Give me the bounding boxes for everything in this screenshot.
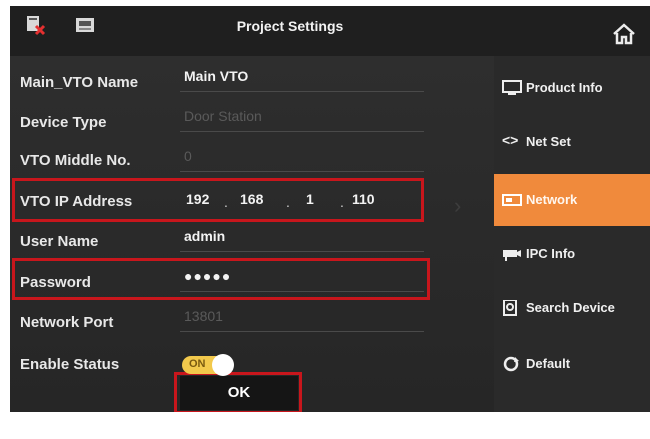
enable-status-toggle[interactable]: ON	[182, 354, 234, 376]
sidebar-item-label: Default	[526, 356, 571, 371]
network-disconnected-icon	[27, 16, 46, 36]
page-title: Project Settings	[236, 18, 344, 34]
page-background	[0, 412, 650, 439]
monitor-icon	[502, 80, 522, 95]
sidebar-item-label: Net Set	[526, 134, 571, 149]
sidebar-item-default[interactable]: Default	[494, 338, 650, 390]
sidebar-item-label: IPC Info	[526, 246, 576, 261]
camera-icon	[503, 250, 521, 261]
device-screen: Project Settings Main_VTO Name Device Ty…	[10, 6, 650, 412]
reset-icon	[503, 356, 519, 372]
toggle-on-label: ON	[189, 358, 206, 370]
title-bar: Project Settings	[10, 6, 650, 56]
chevron-right-icon: ›	[454, 193, 462, 218]
sidebar-item-net-set[interactable]: <> Net Set	[494, 116, 650, 168]
sidebar-item-search-device[interactable]: Search Device	[494, 282, 650, 334]
vto-middle-no-input[interactable]: 0	[180, 142, 424, 172]
sidebar-item-network[interactable]: Network	[494, 174, 650, 226]
network-port-input[interactable]: 13801	[180, 302, 424, 332]
ok-button[interactable]: OK	[180, 376, 298, 410]
enable-status-label: Enable Status	[20, 356, 120, 373]
sidebar-item-label: Network	[526, 192, 578, 207]
network-card-icon	[502, 194, 522, 206]
vto-name-label: Main_VTO Name	[20, 74, 139, 91]
device-type-input: Door Station	[180, 102, 424, 132]
sd-card-icon	[76, 18, 94, 32]
password-highlight-box	[12, 258, 430, 300]
vto-middle-no-label: VTO Middle No.	[20, 152, 131, 169]
device-type-label: Device Type	[20, 114, 107, 131]
user-name-input[interactable]: admin	[180, 222, 424, 252]
sidebar-item-ipc-info[interactable]: IPC Info	[494, 228, 650, 280]
code-brackets-icon: <>	[502, 132, 519, 148]
network-port-label: Network Port	[20, 314, 114, 331]
home-icon[interactable]	[612, 22, 636, 46]
ip-address-highlight-box	[12, 178, 424, 222]
vto-name-input[interactable]: Main VTO	[180, 62, 424, 92]
sidebar-item-label: Search Device	[526, 300, 615, 315]
toggle-knob	[212, 354, 234, 376]
user-name-label: User Name	[20, 233, 99, 250]
search-device-icon	[503, 300, 517, 316]
sidebar: Product Info <> Net Set Network IPC Info…	[494, 56, 650, 412]
sidebar-item-label: Product Info	[526, 80, 603, 95]
sidebar-item-product-info[interactable]: Product Info	[494, 62, 650, 114]
